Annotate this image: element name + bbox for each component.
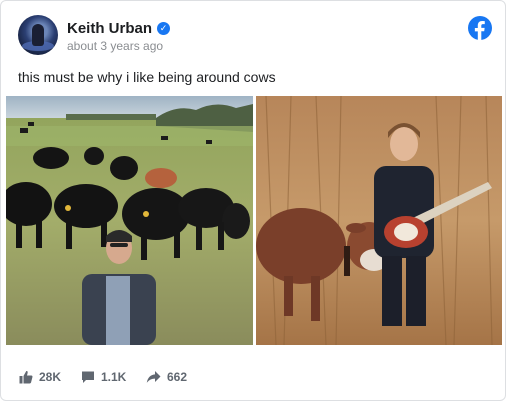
author-name[interactable]: Keith Urban (67, 20, 152, 37)
author-name-row: Keith Urban ✓ (67, 19, 171, 37)
shares-stat[interactable]: 662 (146, 370, 187, 384)
facebook-logo-icon[interactable] (468, 16, 492, 40)
share-arrow-icon (146, 371, 161, 383)
post-header: Keith Urban ✓ about 3 years ago (1, 1, 505, 61)
boy-with-guitar-illustration (256, 96, 502, 345)
facebook-post-card: Keith Urban ✓ about 3 years ago this mus… (0, 0, 506, 401)
engagement-stats: 28K 1.1K 662 (1, 365, 505, 389)
photo-grid (6, 96, 502, 345)
post-timestamp[interactable]: about 3 years ago (67, 39, 163, 53)
avatar-figure (32, 24, 44, 46)
boy-with-guitar-and-calf-photo[interactable] (256, 96, 502, 345)
shares-count: 662 (167, 370, 188, 384)
post-text: this must be why i like being around cow… (18, 69, 276, 85)
likes-stat[interactable]: 28K (19, 370, 61, 384)
comment-bubble-icon (82, 371, 94, 383)
comments-count: 1.1K (101, 370, 127, 384)
verified-badge-icon: ✓ (157, 21, 171, 35)
man-with-cows-illustration (6, 96, 253, 345)
likes-count: 28K (39, 370, 62, 384)
thumbs-up-icon (19, 370, 33, 384)
comments-stat[interactable]: 1.1K (81, 370, 126, 384)
man-with-cows-photo[interactable] (6, 96, 253, 345)
author-avatar[interactable] (18, 15, 58, 55)
